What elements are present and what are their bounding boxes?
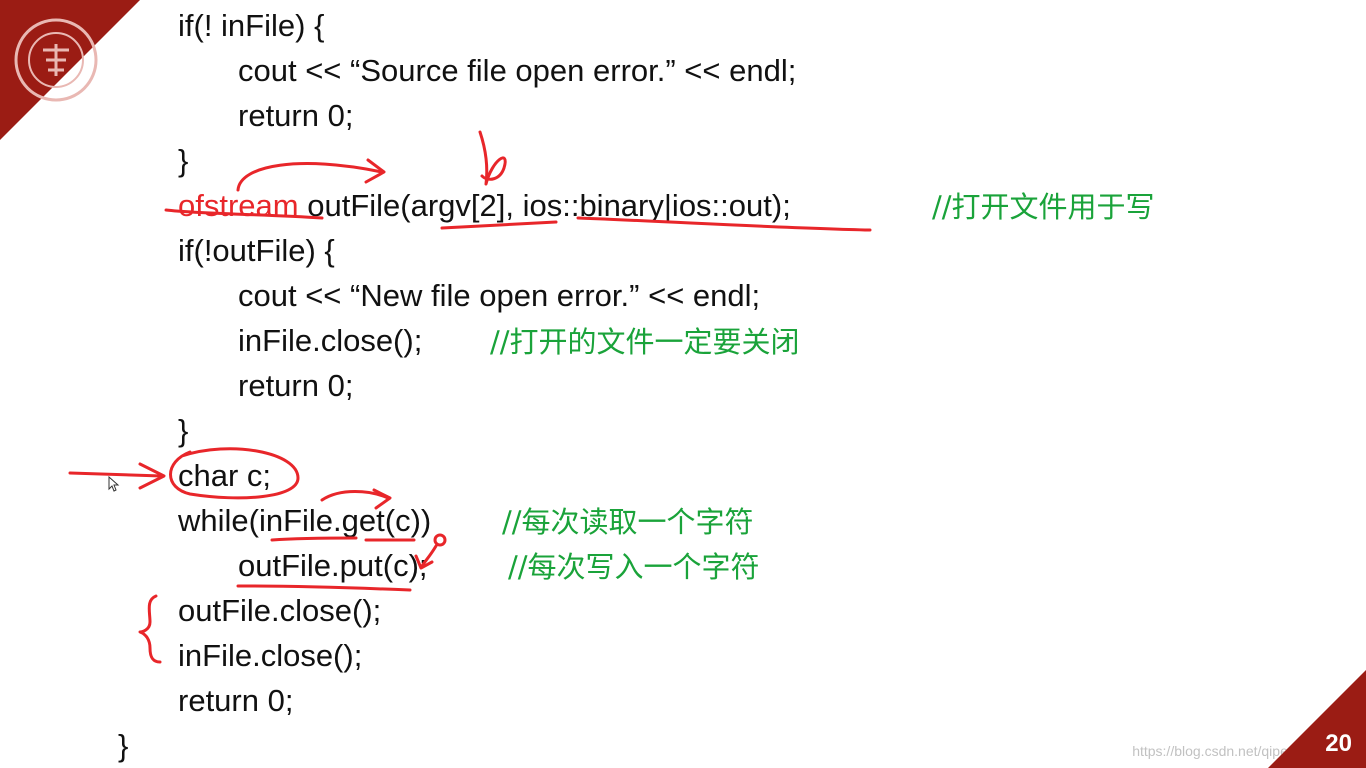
arrow-infile-to-get [320,490,390,502]
code-line-6: if(!outFile) { [178,233,335,268]
code-line-5-rest: outFile(argv[2], ios::binary|ios::out); [298,188,791,223]
comment-open-for-write: //打开文件用于写 [932,190,1155,224]
code-line-13: outFile.put(c); [238,548,428,583]
code-line-5: ofstream outFile(argv[2], ios::binary|io… [178,186,791,226]
code-line-3: return 0; [238,98,354,133]
code-line-14: outFile.close(); [178,593,382,628]
lecture-slide: if(! inFile) { cout << “Source file open… [0,0,1366,768]
comment-must-close: //打开的文件一定要关闭 [490,325,800,359]
comment-write-char: //每次写入一个字符 [508,550,760,584]
code-line-2: cout << “Source file open error.” << end… [238,53,797,88]
mouse-pointer-icon [108,476,120,492]
code-line-12: while(inFile.get(c)) [178,503,432,538]
code-line-4: } [178,143,189,178]
b-mark [478,130,507,186]
code-line-7: cout << “New file open error.” << endl; [238,278,761,313]
underline-outfile-put [236,584,412,592]
code-line-10: } [178,413,189,448]
code-line-15: inFile.close(); [178,638,363,673]
comment-read-char: //每次读取一个字符 [502,505,754,539]
code-line-9: return 0; [238,368,354,403]
ofstream-keyword: ofstream [178,188,299,223]
code-line-17: } [118,728,129,763]
code-line-16: return 0; [178,683,294,718]
code-line-1: if(! inFile) { [178,8,325,43]
university-seal-icon [14,18,98,102]
code-line-8: inFile.close(); [238,323,423,358]
page-number: 20 [1325,730,1352,757]
brace-close-calls [138,594,162,664]
code-line-11: char c; [178,458,272,493]
